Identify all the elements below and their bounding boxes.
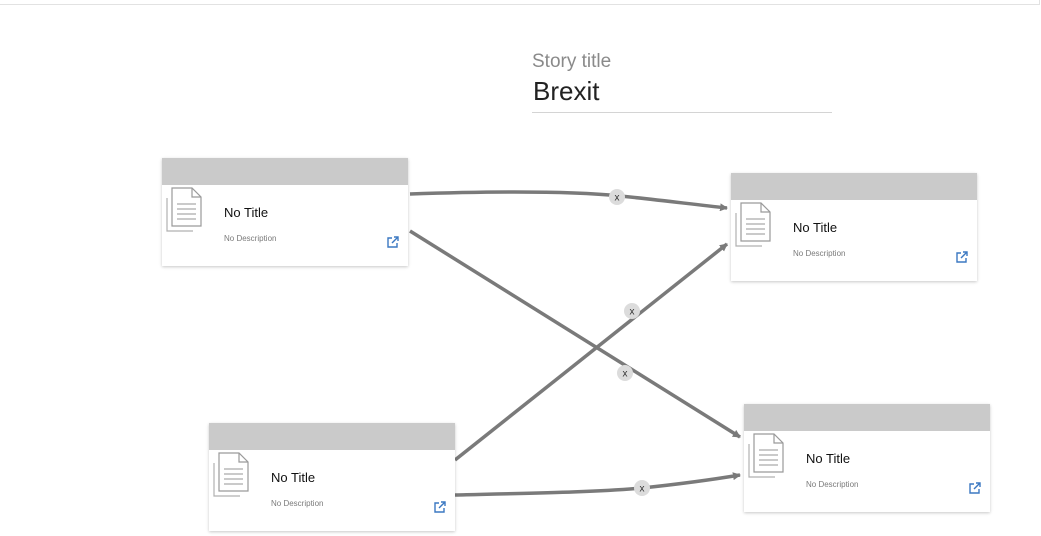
node-description: No Description bbox=[806, 480, 859, 489]
edge-n3-n4: x bbox=[454, 472, 741, 497]
node-drag-handle[interactable] bbox=[731, 173, 977, 200]
remove-edge-button[interactable]: x bbox=[634, 480, 650, 496]
story-node[interactable]: No Title No Description bbox=[209, 423, 455, 531]
svg-text:x: x bbox=[615, 193, 620, 204]
node-description: No Description bbox=[224, 234, 277, 243]
story-node[interactable]: No Title No Description bbox=[744, 404, 990, 512]
svg-text:x: x bbox=[623, 369, 628, 380]
node-drag-handle[interactable] bbox=[162, 158, 408, 185]
svg-text:x: x bbox=[630, 307, 635, 318]
story-node[interactable]: No Title No Description bbox=[731, 173, 977, 281]
edge-n1-n2: x bbox=[409, 189, 728, 212]
external-link-icon[interactable] bbox=[433, 500, 447, 514]
edge-n1-n4: x bbox=[409, 229, 741, 439]
external-link-icon[interactable] bbox=[386, 235, 400, 249]
remove-edge-button[interactable]: x bbox=[609, 189, 625, 205]
node-title: No Title bbox=[271, 470, 316, 485]
external-link-icon[interactable] bbox=[955, 250, 969, 264]
remove-edge-button[interactable]: x bbox=[624, 303, 640, 319]
node-title: No Title bbox=[806, 451, 851, 466]
external-link-icon[interactable] bbox=[968, 481, 982, 495]
remove-edge-button[interactable]: x bbox=[617, 365, 633, 381]
document-icon bbox=[213, 452, 249, 497]
node-title: No Title bbox=[793, 220, 838, 235]
document-icon bbox=[166, 187, 202, 232]
story-node[interactable]: No Title No Description bbox=[162, 158, 408, 266]
edge-n3-n2: x bbox=[453, 242, 729, 462]
node-drag-handle[interactable] bbox=[209, 423, 455, 450]
node-description: No Description bbox=[793, 249, 846, 258]
document-icon bbox=[735, 202, 771, 247]
node-description: No Description bbox=[271, 499, 324, 508]
svg-text:x: x bbox=[640, 484, 645, 495]
document-icon bbox=[748, 433, 784, 478]
node-title: No Title bbox=[224, 205, 269, 220]
node-drag-handle[interactable] bbox=[744, 404, 990, 431]
